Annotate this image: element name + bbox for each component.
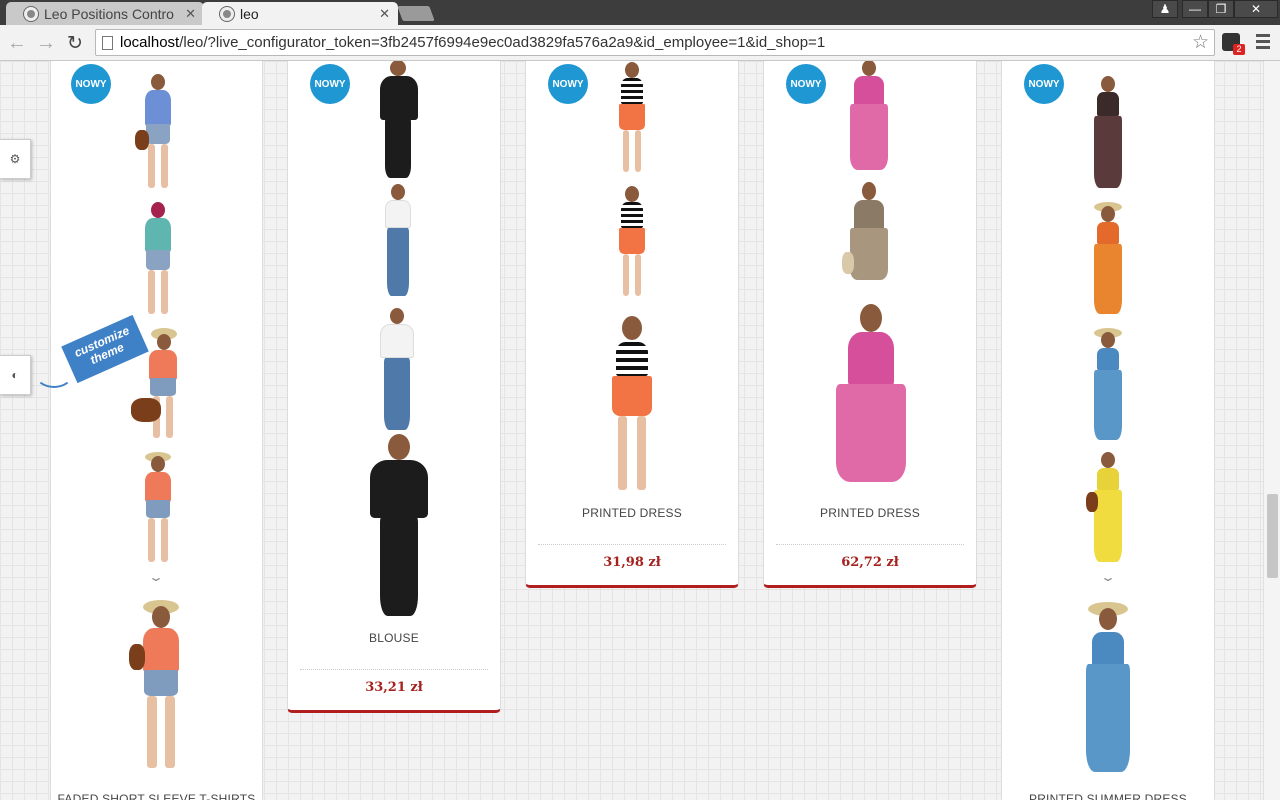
product-main-image[interactable] [820,304,920,494]
star-icon[interactable]: ☆ [1192,31,1209,54]
new-badge: NOWY [786,64,826,104]
back-button[interactable]: ← [5,31,29,55]
browser-tab-leo-positions[interactable]: Leo Positions Contro ✕ [6,2,204,25]
product-thumbnail[interactable] [1086,202,1130,318]
product-thumbnail[interactable] [133,74,183,194]
product-main-image[interactable] [1068,602,1148,778]
close-window-button[interactable]: ✕ [1234,0,1278,18]
forward-button[interactable]: → [34,31,58,55]
new-tab-button[interactable] [397,6,435,21]
product-thumbnail[interactable] [1086,76,1130,192]
vertical-scrollbar[interactable] [1263,61,1280,800]
product-main-image[interactable] [354,434,444,618]
product-thumbnail[interactable] [1086,328,1130,444]
prestashop-favicon-icon [220,6,234,21]
browser-toolbar: ← → ↻ localhost/leo/?live_configurator_t… [0,25,1280,61]
new-badge: NOWY [1024,64,1064,104]
chevron-down-icon[interactable]: ⌄ [148,570,164,584]
address-bar[interactable]: localhost/leo/?live_configurator_token=3… [95,29,1215,56]
browser-tab-leo[interactable]: leo ✕ [202,2,398,25]
divider [300,669,488,670]
arrow-left-icon: ← [7,31,27,54]
extension-badge: 2 [1233,44,1245,55]
product-card[interactable]: NOWY ⌃ ⌄ FADED SHORT SLEEVE T-SHIRTS [50,61,263,800]
url-host: localhost [120,34,180,51]
product-price: 31,98 zł [603,555,661,570]
product-thumbnail[interactable] [133,200,183,320]
url-path: /leo/?live_configurator_token=3fb2457f69… [179,34,826,51]
product-card[interactable]: NOWY PRINTED DRESS 62,72 zł [763,61,977,588]
product-main-image[interactable] [592,316,672,496]
divider [538,544,726,545]
product-card[interactable]: NOWY ⌃ ⌄ PRINTED SUMMER DRESS [1001,61,1215,800]
address-url[interactable]: localhost/leo/?live_configurator_token=3… [120,34,825,51]
close-tab-icon[interactable]: ✕ [379,6,390,22]
new-badge: NOWY [71,64,111,104]
scrollbar-thumb[interactable] [1267,494,1278,578]
product-price: 33,21 zł [365,680,423,695]
reload-icon: ↻ [67,32,83,54]
product-thumbnail[interactable] [842,182,898,302]
chevron-up-icon[interactable]: ⌃ [1100,61,1116,68]
product-name[interactable]: FADED SHORT SLEEVE T-SHIRTS [51,792,262,800]
tab-title: Leo Positions Contro [44,5,174,22]
product-name[interactable]: PRINTED DRESS [526,506,738,520]
new-badge: NOWY [548,64,588,104]
divider [776,544,964,545]
product-thumbnail[interactable] [368,308,428,432]
hamburger-menu-icon[interactable] [1256,34,1270,52]
product-card[interactable]: NOWY BLOUSE 33,21 zł [287,61,501,713]
product-thumbnail[interactable] [133,452,183,567]
tab-title: leo [240,5,259,22]
browser-tab-bar: Leo Positions Contro ✕ leo ✕ ♟ — ❐ ✕ [0,0,1280,25]
product-thumbnail[interactable] [842,61,898,178]
restore-button[interactable]: ❐ [1208,0,1234,18]
page-viewport: NOWY ⌃ ⌄ FADED SHORT SLEEVE T-SHIRTS NOW… [0,61,1280,800]
settings-panel-toggle[interactable]: ⚙ [0,139,31,179]
product-thumbnail[interactable] [368,61,428,178]
contrast-icon: ◐ [11,368,19,382]
gears-icon: ⚙ [9,152,21,166]
chevron-down-icon[interactable]: ⌄ [1100,570,1116,584]
product-price: 62,72 zł [841,555,899,570]
reload-button[interactable]: ↻ [63,31,87,55]
minimize-button[interactable]: — [1182,0,1208,18]
page-icon [102,35,113,50]
prestashop-favicon-icon [24,6,38,21]
product-name[interactable]: BLOUSE [288,631,500,645]
curved-arrow-icon [35,360,73,388]
product-thumbnail[interactable] [608,62,656,176]
arrow-right-icon: → [36,31,56,54]
theme-panel-toggle[interactable]: ◐ [0,355,31,395]
product-thumbnail[interactable] [376,184,420,302]
product-name[interactable]: PRINTED SUMMER DRESS [1002,792,1214,800]
close-tab-icon[interactable]: ✕ [185,6,196,22]
new-badge: NOWY [310,64,350,104]
product-card[interactable]: NOWY PRINTED DRESS 31,98 zł [525,61,739,588]
product-thumbnail[interactable] [1086,452,1130,568]
user-profile-icon[interactable]: ♟ [1152,0,1178,18]
product-thumbnail[interactable] [608,186,656,300]
chevron-up-icon[interactable]: ⌃ [148,61,164,68]
product-main-image[interactable] [121,600,201,775]
product-name[interactable]: PRINTED DRESS [764,506,976,520]
